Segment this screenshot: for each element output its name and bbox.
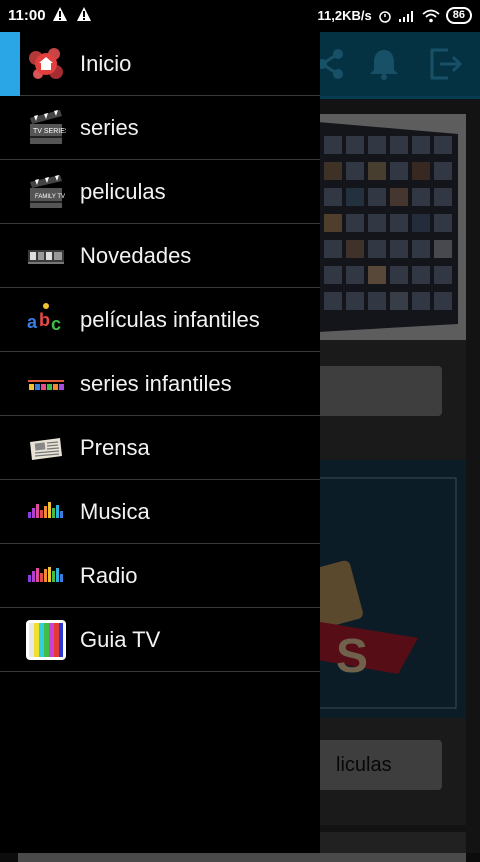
warning-icon <box>53 7 67 21</box>
drawer-item-prensa[interactable]: Prensa <box>0 416 320 480</box>
drawer-item-label: Guia TV <box>80 627 161 652</box>
svg-text:a: a <box>27 312 38 332</box>
battery-indicator: 86 <box>445 7 472 24</box>
drawer-item-novedades[interactable]: Novedades <box>0 224 320 288</box>
drawer-item-series[interactable]: TV SERIES series <box>0 96 320 160</box>
active-indicator <box>0 32 20 96</box>
drawer-item-label: peliculas <box>80 179 166 204</box>
drawer-item-label: Novedades <box>80 243 192 268</box>
drawer-item-guia-tv[interactable]: Guia TV <box>0 608 320 672</box>
warning-icon <box>77 7 91 21</box>
navigation-drawer: Inicio TV SERIES series FAMILY TV pelicu… <box>0 32 320 853</box>
svg-text:FAMILY TV: FAMILY TV <box>35 194 65 200</box>
network-speed: 11,2KB/s <box>317 8 372 23</box>
wifi-icon <box>422 9 440 22</box>
svg-text:b: b <box>39 310 50 330</box>
clapperboard-icon: FAMILY TV <box>30 175 65 208</box>
drawer-item-inicio[interactable]: Inicio <box>0 32 320 96</box>
home-icon <box>29 48 63 79</box>
drawer-item-label: Prensa <box>80 435 150 460</box>
novedades-icon <box>28 250 64 264</box>
drawer-item-musica[interactable]: Musica <box>0 480 320 544</box>
status-bar: 11:00 11,2KB/s 86 <box>0 0 480 32</box>
status-time: 11:00 <box>8 7 46 24</box>
tv-series-icon: TV SERIES <box>30 110 66 144</box>
alarm-icon <box>379 10 391 23</box>
kids-icon <box>28 380 64 390</box>
drawer-item-peliculas[interactable]: FAMILY TV peliculas <box>0 160 320 224</box>
svg-text:TV SERIES: TV SERIES <box>33 128 66 135</box>
drawer-item-label: Inicio <box>80 51 132 76</box>
signal-icon <box>398 10 413 22</box>
drawer-item-series-infantiles[interactable]: series infantiles <box>0 352 320 416</box>
color-bars-icon <box>26 620 66 660</box>
drawer-item-label: Musica <box>80 499 150 524</box>
radio-equalizer-icon <box>28 567 63 582</box>
newspaper-icon <box>30 438 62 460</box>
drawer-item-label: películas infantiles <box>80 307 260 332</box>
equalizer-icon <box>28 502 63 518</box>
abc-icon: a b c <box>27 303 61 334</box>
drawer-item-radio[interactable]: Radio <box>0 544 320 608</box>
svg-text:c: c <box>51 314 61 334</box>
drawer-item-peliculas-infantiles[interactable]: a b c películas infantiles <box>0 288 320 352</box>
drawer-item-label: series infantiles <box>80 371 232 396</box>
drawer-item-label: Radio <box>80 563 138 588</box>
drawer-item-label: series <box>80 115 139 140</box>
